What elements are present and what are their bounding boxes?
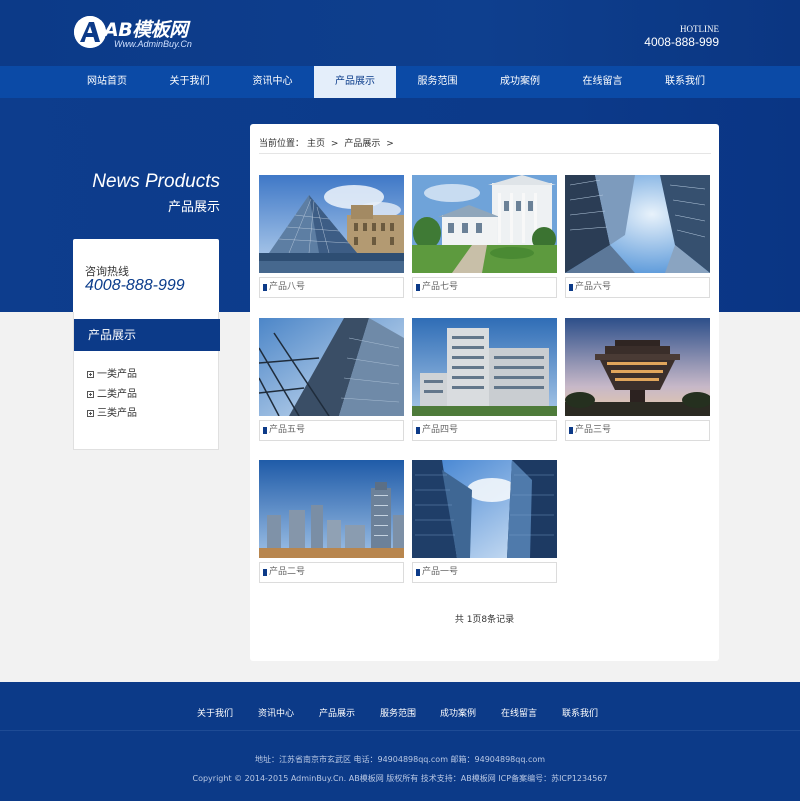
product-card[interactable]: 产品七号 <box>412 175 557 300</box>
product-image-brutalist-library[interactable] <box>565 318 710 416</box>
main-content: 当前位置： 主页 > 产品展示 > 产品八号 产品七号 产品六号 产品五号 产品… <box>250 124 719 661</box>
sidebar-item-label: 三类产品 <box>97 408 137 419</box>
product-caption[interactable]: 产品四号 <box>412 420 557 441</box>
hotline-number: 4008-888-999 <box>644 35 719 49</box>
sidebar-category-list: 一类产品 二类产品 三类产品 <box>87 368 137 427</box>
sidebar-category-box: 产品展示 一类产品 二类产品 三类产品 <box>73 312 220 450</box>
product-name: 产品八号 <box>269 282 306 292</box>
breadcrumb: 当前位置： 主页 > 产品展示 > <box>259 136 397 149</box>
breadcrumb-divider <box>259 153 711 154</box>
header-hotline: HOTLINE 4008-888-999 <box>644 24 719 49</box>
product-card[interactable]: 产品四号 <box>412 318 557 443</box>
product-name: 产品二号 <box>269 567 306 577</box>
bullet-icon <box>569 427 573 434</box>
logo-a-icon <box>74 16 106 48</box>
product-image-city-skyline[interactable] <box>259 460 404 558</box>
nav-item-products[interactable]: 产品展示 <box>314 66 396 98</box>
site-footer: 关于我们 资讯中心 产品展示 服务范围 成功案例 在线留言 联系我们 地址：江苏… <box>0 682 800 801</box>
product-image-louvre-pyramid[interactable] <box>259 175 404 273</box>
bullet-icon <box>569 284 573 291</box>
product-image-hospital-building[interactable] <box>412 318 557 416</box>
breadcrumb-current-link[interactable]: 产品展示 <box>344 139 380 149</box>
product-card[interactable]: 产品五号 <box>259 318 404 443</box>
sidebar-item-category-3[interactable]: 三类产品 <box>87 407 137 427</box>
sidebar-item-category-1[interactable]: 一类产品 <box>87 368 137 388</box>
product-card[interactable]: 产品三号 <box>565 318 710 443</box>
product-card[interactable]: 产品六号 <box>565 175 710 300</box>
sidebar-item-label: 一类产品 <box>97 369 137 380</box>
bullet-icon <box>263 427 267 434</box>
logo-subtext: Www.AdminBuy.Cn <box>114 39 192 49</box>
nav-item-home[interactable]: 网站首页 <box>66 66 148 98</box>
product-caption[interactable]: 产品八号 <box>259 277 404 298</box>
product-name: 产品四号 <box>422 425 459 435</box>
product-name: 产品三号 <box>575 425 612 435</box>
product-image-steel-tower[interactable] <box>259 318 404 416</box>
nav-item-message[interactable]: 在线留言 <box>561 66 644 98</box>
footer-link-cases[interactable]: 成功案例 <box>440 706 476 719</box>
site-header: AB模板网 Www.AdminBuy.Cn HOTLINE 4008-888-9… <box>0 0 800 66</box>
nav-item-about[interactable]: 关于我们 <box>148 66 231 98</box>
breadcrumb-prefix: 当前位置： <box>259 139 305 149</box>
product-image-white-villa[interactable] <box>412 175 557 273</box>
plus-box-icon <box>87 390 94 398</box>
plus-box-icon <box>87 371 94 378</box>
breadcrumb-home-link[interactable]: 主页 <box>307 139 325 149</box>
nav-item-services[interactable]: 服务范围 <box>396 66 479 98</box>
footer-divider <box>0 730 800 731</box>
logo-text: AB模板网 <box>104 19 188 41</box>
breadcrumb-separator: > <box>386 139 394 149</box>
sidebar-hotline-number: 4008-888-999 <box>85 277 185 294</box>
bullet-icon <box>263 284 267 291</box>
footer-link-products[interactable]: 产品展示 <box>319 706 355 719</box>
bullet-icon <box>263 569 267 576</box>
product-name: 产品五号 <box>269 425 306 435</box>
product-caption[interactable]: 产品二号 <box>259 562 404 583</box>
product-caption[interactable]: 产品一号 <box>412 562 557 583</box>
bullet-icon <box>416 569 420 576</box>
breadcrumb-separator: > <box>330 139 339 149</box>
plus-box-icon <box>87 410 94 417</box>
nav-item-contact[interactable]: 联系我们 <box>644 66 726 98</box>
product-card[interactable]: 产品一号 <box>412 460 557 585</box>
sidebar-item-category-2[interactable]: 二类产品 <box>87 388 137 408</box>
product-caption[interactable]: 产品七号 <box>412 277 557 298</box>
footer-address: 地址：江苏省南京市玄武区 电话：94904898qq.com 邮箱：949048… <box>254 755 546 764</box>
product-image-skyscrapers-upward[interactable] <box>565 175 710 273</box>
footer-link-services[interactable]: 服务范围 <box>380 706 416 719</box>
product-name: 产品七号 <box>422 282 459 292</box>
bullet-icon <box>416 427 420 434</box>
product-image-glass-towers[interactable] <box>412 460 557 558</box>
banner-title-en: News Products <box>92 171 220 192</box>
footer-link-contact[interactable]: 联系我们 <box>562 706 598 719</box>
sidebar-hotline-box: 咨询热线 4008-888-999 <box>73 239 219 312</box>
hotline-label: HOTLINE <box>680 24 719 34</box>
product-name: 产品六号 <box>575 282 612 292</box>
product-caption[interactable]: 产品三号 <box>565 420 710 441</box>
nav-item-cases[interactable]: 成功案例 <box>479 66 561 98</box>
product-caption[interactable]: 产品六号 <box>565 277 710 298</box>
nav-item-news[interactable]: 资讯中心 <box>231 66 314 98</box>
product-card[interactable]: 产品二号 <box>259 460 404 585</box>
footer-copyright: Copyright © 2014-2015 AdminBuy.Cn. AB模板网… <box>192 774 608 783</box>
footer-link-about[interactable]: 关于我们 <box>197 706 233 719</box>
site-logo[interactable]: AB模板网 Www.AdminBuy.Cn <box>74 14 234 54</box>
footer-link-message[interactable]: 在线留言 <box>501 706 537 719</box>
product-caption[interactable]: 产品五号 <box>259 420 404 441</box>
product-card[interactable]: 产品八号 <box>259 175 404 300</box>
main-nav: 网站首页 关于我们 资讯中心 产品展示 服务范围 成功案例 在线留言 联系我们 <box>0 66 800 98</box>
pagination-info: 共 1页8条记录 <box>454 615 515 625</box>
footer-link-news[interactable]: 资讯中心 <box>258 706 294 719</box>
banner-title-cn: 产品展示 <box>167 200 220 215</box>
sidebar-category-title: 产品展示 <box>74 319 220 351</box>
bullet-icon <box>416 284 420 291</box>
product-name: 产品一号 <box>422 567 459 577</box>
sidebar-item-label: 二类产品 <box>97 388 137 400</box>
